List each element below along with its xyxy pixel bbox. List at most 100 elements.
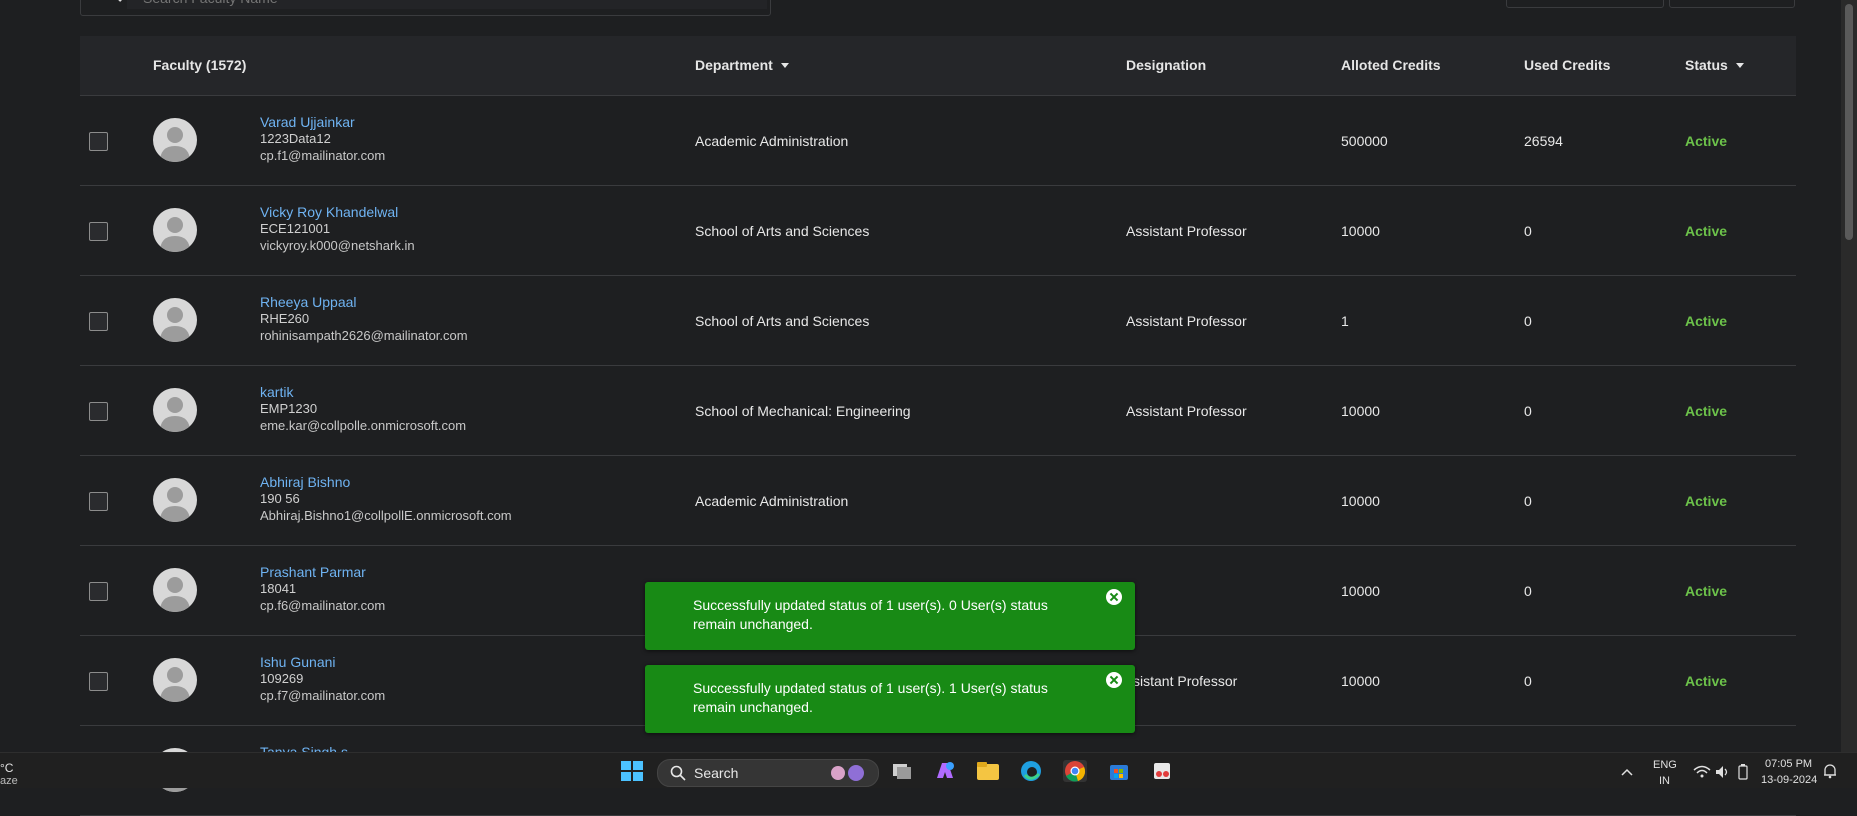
table-row[interactable]: kartik EMP1230 eme.kar@collpolle.onmicroso… xyxy=(80,366,1796,456)
page-scrollbar[interactable] xyxy=(1841,0,1857,752)
volume-icon[interactable] xyxy=(1715,765,1731,779)
department-cell: Academic Administration xyxy=(695,493,849,509)
microsoft-store-icon[interactable] xyxy=(1107,760,1131,782)
faculty-name-link[interactable]: Abhiraj Bishno xyxy=(260,474,350,490)
row-checkbox[interactable] xyxy=(89,492,108,511)
status-badge[interactable]: Active xyxy=(1685,493,1727,509)
faculty-code: ECE121001 xyxy=(260,221,331,236)
status-badge[interactable]: Active xyxy=(1685,313,1727,329)
edge-icon[interactable] xyxy=(1019,760,1043,782)
table-row[interactable]: Varad Ujjainkar 1223Data12 cp.f1@mailinato… xyxy=(80,96,1796,186)
header-used-credits[interactable]: Used Credits xyxy=(1524,57,1610,73)
alloted-credits-cell: 10000 xyxy=(1341,583,1380,599)
used-credits-cell: 0 xyxy=(1524,673,1532,689)
faculty-name-link[interactable]: Prashant Parmar xyxy=(260,564,366,580)
designation-cell: Assistant Professor xyxy=(1126,223,1247,239)
header-faculty[interactable]: Faculty (1572) xyxy=(153,57,246,73)
close-icon[interactable] xyxy=(1106,589,1122,605)
status-badge[interactable]: Active xyxy=(1685,583,1727,599)
row-checkbox[interactable] xyxy=(89,312,108,331)
alloted-credits-cell: 10000 xyxy=(1341,493,1380,509)
avatar xyxy=(153,298,197,342)
table-row[interactable]: Vicky Roy Khandelwal ECE121001 vickyroy.k0… xyxy=(80,186,1796,276)
taskbar-search[interactable]: Search xyxy=(657,759,879,787)
weather-label: aze xyxy=(0,775,18,787)
alloted-credits-cell: 1 xyxy=(1341,313,1349,329)
person-icon xyxy=(160,667,190,702)
row-checkbox[interactable] xyxy=(89,582,108,601)
row-checkbox[interactable] xyxy=(89,132,108,151)
designation-cell: Assistant Professor xyxy=(1126,403,1247,419)
faculty-name-link[interactable]: Varad Ujjainkar xyxy=(260,114,355,130)
designation-cell: Assistant Professor xyxy=(1126,313,1247,329)
chrome-icon[interactable] xyxy=(1063,760,1087,782)
header-status-label: Status xyxy=(1685,57,1728,73)
faculty-name-link[interactable]: Vicky Roy Khandelwal xyxy=(260,204,398,220)
header-status[interactable]: Status xyxy=(1685,57,1744,73)
row-checkbox[interactable] xyxy=(89,222,108,241)
task-view-icon[interactable] xyxy=(890,760,914,782)
copilot-icon[interactable] xyxy=(933,760,957,782)
search-icon xyxy=(103,0,123,8)
notification-bell-icon[interactable] xyxy=(1822,763,1838,779)
close-icon[interactable] xyxy=(1106,672,1122,688)
used-credits-cell: 0 xyxy=(1524,223,1532,239)
toast-message: Successfully updated status of 1 user(s)… xyxy=(693,597,1048,632)
header-alloted-credits[interactable]: Alloted Credits xyxy=(1341,57,1441,73)
header-department[interactable]: Department xyxy=(695,57,789,73)
status-badge[interactable]: Active xyxy=(1685,403,1727,419)
windows-start-icon[interactable] xyxy=(620,760,644,782)
faculty-code: 109269 xyxy=(260,671,304,686)
faculty-code: 190 56 xyxy=(260,491,300,506)
used-credits-cell: 0 xyxy=(1524,403,1532,419)
search-highlight-icon xyxy=(831,765,864,781)
faculty-name-link[interactable]: Ishu Gunani xyxy=(260,654,336,670)
file-explorer-icon[interactable] xyxy=(976,760,1000,782)
sort-caret-icon xyxy=(780,62,789,68)
avatar xyxy=(153,118,197,162)
used-credits-cell: 0 xyxy=(1524,493,1532,509)
scrollbar-thumb[interactable] xyxy=(1845,4,1853,240)
avatar xyxy=(153,208,197,252)
person-icon xyxy=(160,487,190,522)
success-toast: Successfully updated status of 1 user(s)… xyxy=(645,582,1135,650)
snipping-tool-icon[interactable] xyxy=(1151,760,1175,782)
toolbar-button-1[interactable] xyxy=(1506,0,1664,8)
used-credits-cell: 0 xyxy=(1524,583,1532,599)
status-badge[interactable]: Active xyxy=(1685,133,1727,149)
designation-cell: ssistant Professor xyxy=(1126,673,1238,689)
avatar xyxy=(153,568,197,612)
status-badge[interactable]: Active xyxy=(1685,223,1727,239)
language-region: IN xyxy=(1659,775,1670,787)
faculty-email: cp.f7@mailinator.com xyxy=(260,688,386,703)
wifi-icon[interactable] xyxy=(1693,765,1711,779)
weather-temp[interactable]: °C xyxy=(0,761,13,775)
clock-time[interactable]: 07:05 PM xyxy=(1765,758,1812,770)
table-header: Faculty (1572) Department Designation Al… xyxy=(80,36,1796,96)
faculty-email: eme.kar@collpolle.onmicrosoft.com xyxy=(260,418,467,433)
search-input[interactable] xyxy=(141,0,725,9)
chevron-up-icon[interactable] xyxy=(1620,767,1634,777)
faculty-name-link[interactable]: kartik xyxy=(260,384,293,400)
search-box[interactable] xyxy=(80,0,771,16)
battery-icon[interactable] xyxy=(1737,764,1749,780)
header-designation[interactable]: Designation xyxy=(1126,57,1206,73)
status-badge[interactable]: Active xyxy=(1685,673,1727,689)
alloted-credits-cell: 10000 xyxy=(1341,673,1380,689)
taskbar-search-label: Search xyxy=(694,765,739,781)
faculty-email: Abhiraj.Bishno1@collpollE.onmicrosoft.co… xyxy=(260,508,512,523)
success-toast: Successfully updated status of 1 user(s)… xyxy=(645,665,1135,733)
row-checkbox[interactable] xyxy=(89,672,108,691)
avatar xyxy=(153,388,197,432)
faculty-name-link[interactable]: Rheeya Uppaal xyxy=(260,294,357,310)
department-cell: School of Arts and Sciences xyxy=(695,223,870,239)
used-credits-cell: 0 xyxy=(1524,313,1532,329)
alloted-credits-cell: 500000 xyxy=(1341,133,1388,149)
clock-date: 13-09-2024 xyxy=(1761,774,1818,786)
table-row[interactable]: Rheeya Uppaal RHE260 rohinisampath2626@mai… xyxy=(80,276,1796,366)
row-checkbox[interactable] xyxy=(89,402,108,421)
toolbar-button-2[interactable] xyxy=(1669,0,1795,8)
toast-message: Successfully updated status of 1 user(s)… xyxy=(693,680,1048,715)
language-code[interactable]: ENG xyxy=(1653,759,1677,771)
table-row[interactable]: Abhiraj Bishno 190 56 Abhiraj.Bishno1@coll… xyxy=(80,456,1796,546)
